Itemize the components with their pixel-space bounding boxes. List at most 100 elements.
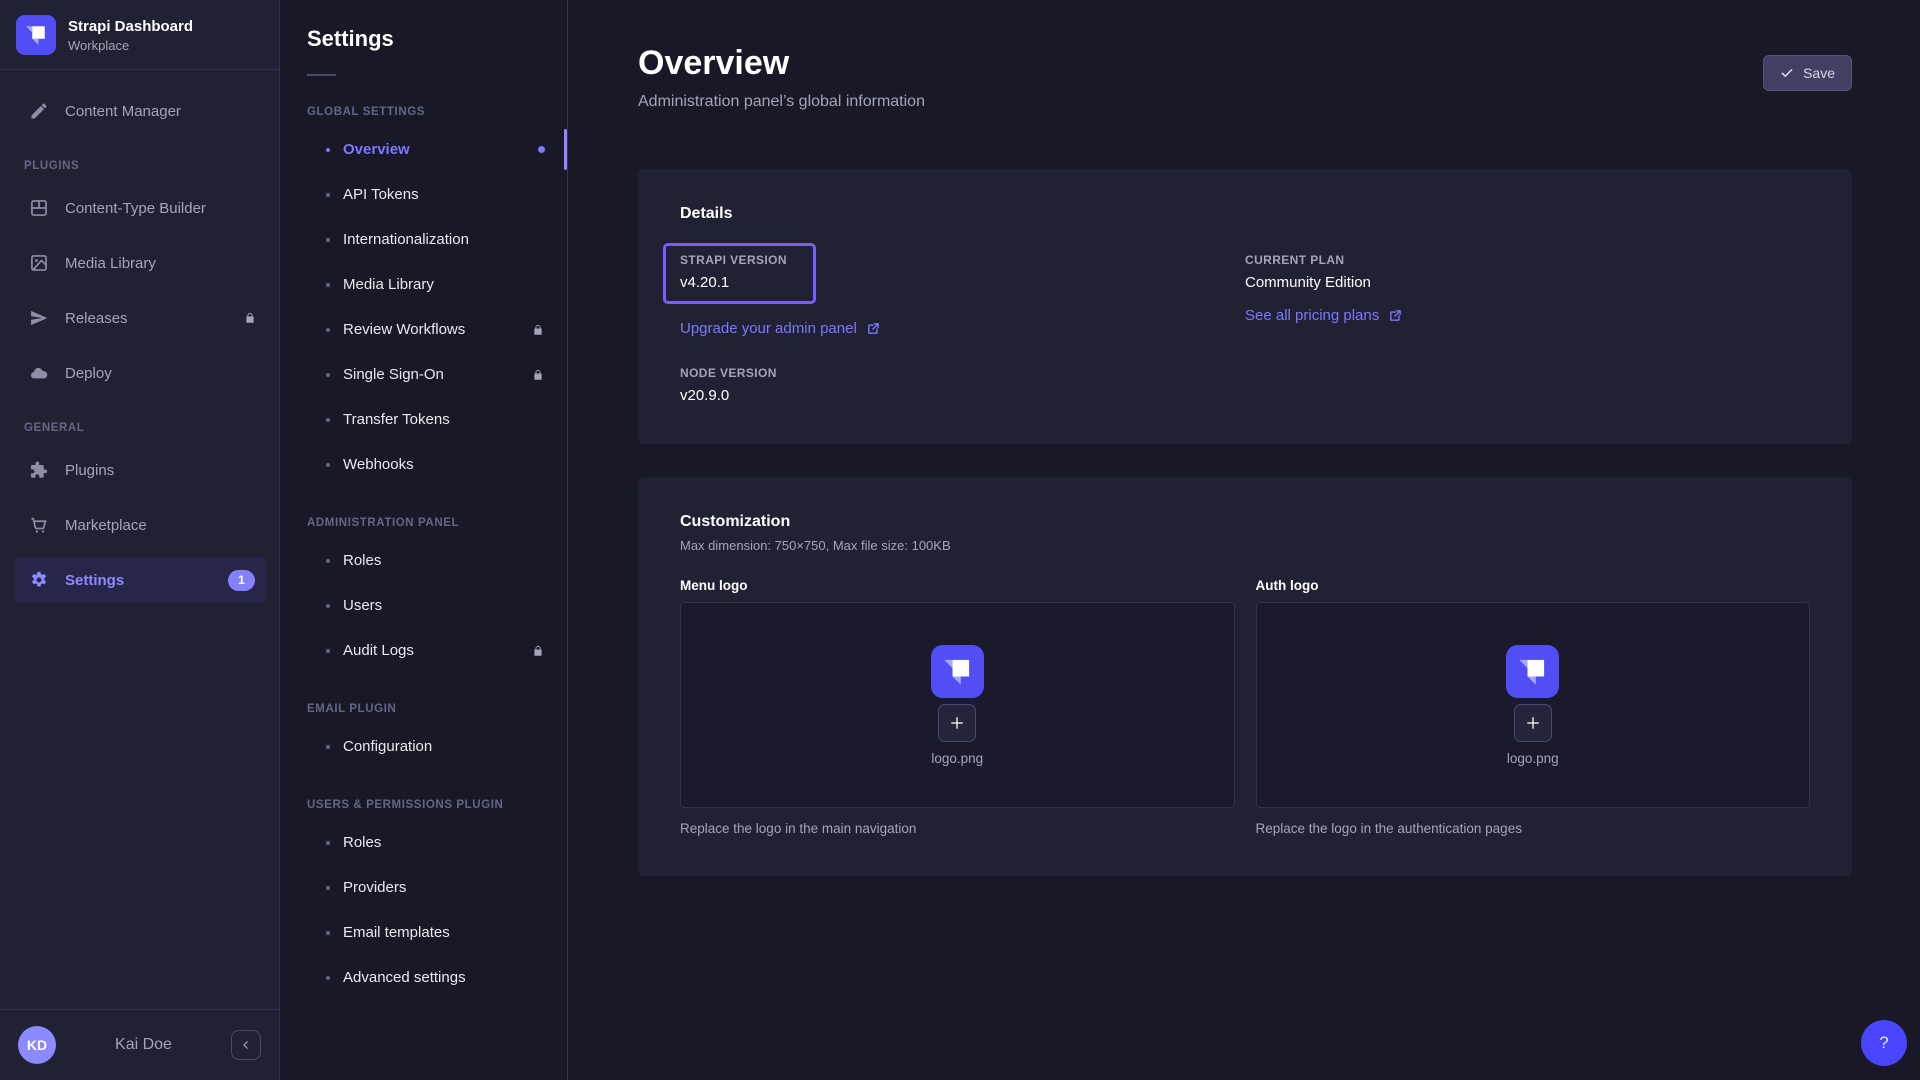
- auth-logo-caption: Replace the logo in the authentication p…: [1256, 821, 1811, 836]
- subnav-item-api-tokens[interactable]: API Tokens: [280, 172, 567, 217]
- strapi-logo-icon: [1506, 645, 1559, 698]
- sidebar-item-label: Media Library: [65, 255, 156, 272]
- subnav-item-label: Advanced settings: [343, 969, 466, 986]
- lock-icon: [243, 311, 257, 325]
- subnav-item-overview[interactable]: Overview: [280, 127, 567, 172]
- bullet-icon: [326, 283, 330, 287]
- workspace-switcher[interactable]: Strapi Dashboard Workplace: [0, 0, 279, 69]
- gear-icon: [29, 570, 49, 590]
- cloud-icon: [29, 363, 49, 383]
- subnav-item-advanced-settings[interactable]: Advanced settings: [280, 955, 567, 1000]
- subnav-item-admin-roles[interactable]: Roles: [280, 538, 567, 583]
- image-icon: [29, 253, 49, 273]
- subnav-item-label: Roles: [343, 552, 381, 569]
- customization-card: Customization Max dimension: 750×750, Ma…: [638, 477, 1852, 876]
- customization-heading: Customization: [680, 513, 1810, 531]
- auth-logo-upload-box[interactable]: logo.png: [1256, 602, 1811, 808]
- menu-logo-upload-box[interactable]: logo.png: [680, 602, 1235, 808]
- subnav-item-webhooks[interactable]: Webhooks: [280, 442, 567, 487]
- subnav-item-transfer-tokens[interactable]: Transfer Tokens: [280, 397, 567, 442]
- current-plan-value: Community Edition: [1245, 274, 1810, 291]
- add-menu-logo-button[interactable]: [938, 704, 976, 742]
- layout-grid-icon: [29, 198, 49, 218]
- upgrade-admin-panel-link[interactable]: Upgrade your admin panel: [680, 320, 881, 337]
- sidebar-item-marketplace[interactable]: Marketplace: [0, 502, 279, 548]
- sidebar-item-label: Plugins: [65, 462, 114, 479]
- subnav-section-global-settings: GLOBAL SETTINGS: [307, 106, 540, 118]
- add-auth-logo-button[interactable]: [1514, 704, 1552, 742]
- lock-icon: [531, 644, 545, 658]
- subnav-item-single-sign-on[interactable]: Single Sign-On: [280, 352, 567, 397]
- node-version-label: NODE VERSION: [680, 366, 1245, 380]
- subnav-item-media-library[interactable]: Media Library: [280, 262, 567, 307]
- strapi-logo-icon: [16, 15, 56, 55]
- subnav-title: Settings: [280, 0, 567, 52]
- help-button[interactable]: ?: [1861, 1020, 1907, 1066]
- subnav-item-label: Users: [343, 597, 382, 614]
- save-button[interactable]: Save: [1763, 55, 1852, 91]
- sidebar-item-label: Content Manager: [65, 103, 181, 120]
- bullet-icon: [326, 238, 330, 242]
- subnav-item-providers[interactable]: Providers: [280, 865, 567, 910]
- node-version-value: v20.9.0: [680, 387, 1245, 404]
- external-link-icon: [1388, 308, 1403, 323]
- sidebar-item-label: Content-Type Builder: [65, 200, 206, 217]
- avatar: KD: [18, 1026, 56, 1064]
- sidebar-item-label: Settings: [65, 572, 124, 589]
- sidebar-item-releases[interactable]: Releases: [0, 295, 279, 341]
- sidebar-item-plugins[interactable]: Plugins: [0, 447, 279, 493]
- subnav-item-internationalization[interactable]: Internationalization: [280, 217, 567, 262]
- subnav-item-label: Providers: [343, 879, 406, 896]
- sidebar-item-deploy[interactable]: Deploy: [0, 350, 279, 396]
- subnav-item-label: Review Workflows: [343, 321, 465, 338]
- page-title: Overview: [638, 44, 1852, 83]
- bullet-icon: [326, 931, 330, 935]
- cart-icon: [29, 515, 49, 535]
- strapi-logo-icon: [931, 645, 984, 698]
- strapi-version-value: v4.20.1: [680, 274, 787, 291]
- sidebar-item-settings[interactable]: Settings 1: [15, 557, 267, 603]
- sidebar-section-plugins: PLUGINS: [24, 160, 255, 172]
- page-subtitle: Administration panel’s global informatio…: [638, 93, 1852, 111]
- pen-icon: [29, 101, 49, 121]
- subnav-item-admin-users[interactable]: Users: [280, 583, 567, 628]
- strapi-version-label: STRAPI VERSION: [680, 253, 787, 267]
- subnav-item-label: Media Library: [343, 276, 434, 293]
- bullet-icon: [326, 841, 330, 845]
- main-sidebar: Strapi Dashboard Workplace Content Manag…: [0, 0, 280, 1080]
- subnav-item-label: Transfer Tokens: [343, 411, 450, 428]
- auth-logo-filename: logo.png: [1507, 751, 1559, 766]
- lock-icon: [531, 323, 545, 337]
- bullet-icon: [326, 418, 330, 422]
- external-link-icon: [866, 321, 881, 336]
- menu-logo-label: Menu logo: [680, 578, 1235, 593]
- subnav-item-label: Configuration: [343, 738, 432, 755]
- bullet-icon: [326, 604, 330, 608]
- details-heading: Details: [680, 205, 1810, 223]
- menu-logo-caption: Replace the logo in the main navigation: [680, 821, 1235, 836]
- workspace-name: Workplace: [68, 38, 193, 53]
- app-title: Strapi Dashboard: [68, 18, 193, 35]
- collapse-sidebar-button[interactable]: [231, 1030, 261, 1060]
- subnav-item-email-configuration[interactable]: Configuration: [280, 724, 567, 769]
- sidebar-item-media-library[interactable]: Media Library: [0, 240, 279, 286]
- sidebar-item-content-type-builder[interactable]: Content-Type Builder: [0, 185, 279, 231]
- subnav-item-label: Overview: [343, 141, 410, 158]
- subnav-item-label: Audit Logs: [343, 642, 414, 659]
- bullet-icon: [326, 463, 330, 467]
- puzzle-icon: [29, 460, 49, 480]
- subnav-item-up-roles[interactable]: Roles: [280, 820, 567, 865]
- pricing-plans-link[interactable]: See all pricing plans: [1245, 307, 1403, 324]
- check-icon: [1780, 66, 1794, 80]
- save-button-label: Save: [1803, 65, 1835, 81]
- strapi-version-highlight: STRAPI VERSION v4.20.1: [663, 243, 816, 304]
- subnav-item-audit-logs[interactable]: Audit Logs: [280, 628, 567, 673]
- sidebar-section-general: GENERAL: [24, 422, 255, 434]
- subnav-section-administration-panel: ADMINISTRATION PANEL: [307, 517, 540, 529]
- subnav-item-review-workflows[interactable]: Review Workflows: [280, 307, 567, 352]
- details-card: Details STRAPI VERSION v4.20.1 Upgrade y…: [638, 169, 1852, 444]
- user-name: Kai Doe: [66, 1036, 221, 1054]
- current-plan-label: CURRENT PLAN: [1245, 253, 1810, 267]
- subnav-item-email-templates[interactable]: Email templates: [280, 910, 567, 955]
- sidebar-item-content-manager[interactable]: Content Manager: [0, 88, 279, 134]
